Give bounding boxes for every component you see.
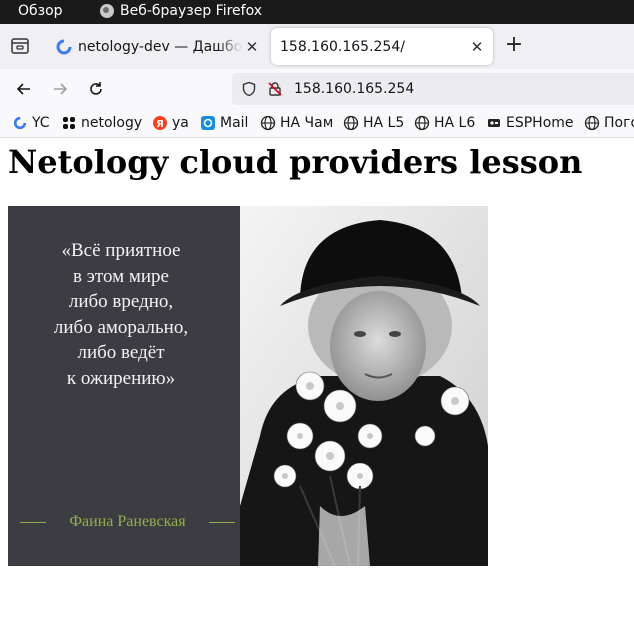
bookmark-ha-cham[interactable]: HA Чам xyxy=(260,115,333,131)
bookmark-pogoda[interactable]: Погода xyxy=(584,115,634,131)
quote-line: «Всё приятное xyxy=(61,240,181,261)
bookmark-label: ESPHome xyxy=(506,115,574,131)
mail-icon xyxy=(200,115,216,131)
author-name: Фаина Раневская xyxy=(69,513,186,530)
yc-icon xyxy=(12,115,28,131)
system-top-bar: Обзор Веб-браузер Firefox xyxy=(0,0,634,24)
activities-button[interactable]: Обзор xyxy=(18,3,63,19)
firefox-icon xyxy=(100,4,114,18)
new-tab-button[interactable]: + xyxy=(502,34,526,58)
quote-line: в этом мире xyxy=(73,265,169,287)
insecure-lock-icon[interactable] xyxy=(266,80,284,98)
bookmark-yc[interactable]: YC xyxy=(12,115,50,131)
tab-strip: netology-dev — Дашборд ✕ 158.160.165.254… xyxy=(0,24,634,69)
navigation-toolbar: 158.160.165.254 xyxy=(0,69,634,109)
tab-close-icon[interactable]: ✕ xyxy=(467,38,487,56)
tab-close-icon[interactable]: ✕ xyxy=(242,38,262,56)
forward-button[interactable] xyxy=(48,77,72,101)
quote-line: либо ведёт xyxy=(77,342,165,363)
author-dash-left xyxy=(20,521,46,523)
quote-line: к ожирению» xyxy=(66,367,176,389)
bookmark-label: HA Чам xyxy=(280,115,334,131)
quote-panel: «Всё приятное в этом мире либо вредно, л… xyxy=(8,206,240,566)
reload-button[interactable] xyxy=(84,77,108,101)
tab-netology-dev[interactable]: netology-dev — Дашборд ✕ xyxy=(46,28,268,65)
quote-line: либо вредно, xyxy=(68,291,174,312)
url-text[interactable]: 158.160.165.254 xyxy=(294,81,414,97)
esphome-icon xyxy=(486,115,502,131)
firefox-view-icon xyxy=(11,38,29,54)
bookmark-label: HA L5 xyxy=(363,115,405,131)
quote-text: «Всё приятное в этом мире либо вредно, л… xyxy=(8,238,234,391)
page-heading: Netology cloud providers lesson xyxy=(8,143,583,181)
globe-icon xyxy=(414,115,430,131)
bookmark-netology[interactable]: netology xyxy=(61,115,142,131)
bookmark-ha-l6[interactable]: HA L6 xyxy=(414,115,475,131)
globe-icon xyxy=(343,115,359,131)
bookmark-label: Mail xyxy=(220,115,249,131)
bookmark-mail[interactable]: Mail xyxy=(200,115,248,131)
reload-icon xyxy=(90,82,102,95)
back-arrow-icon xyxy=(16,83,30,95)
tab-title: netology-dev — Дашборд xyxy=(78,38,242,55)
bookmark-esphome[interactable]: ESPHome xyxy=(486,115,574,131)
yc-favicon-icon xyxy=(56,39,72,55)
yandex-icon: Я xyxy=(152,115,168,131)
bookmark-label: HA L6 xyxy=(434,115,476,131)
bookmark-label: YC xyxy=(32,115,50,131)
bookmark-label: Погода xyxy=(604,115,634,131)
bookmark-ha-l5[interactable]: HA L5 xyxy=(343,115,404,131)
quote-line: либо аморально, xyxy=(53,316,189,338)
tracking-protection-shield-icon[interactable] xyxy=(240,80,258,98)
quote-author: Фаина Раневская xyxy=(20,513,235,531)
quote-image: «Всё приятное в этом мире либо вредно, л… xyxy=(8,206,488,566)
author-dash-right xyxy=(209,521,235,523)
app-name: Веб-браузер Firefox xyxy=(120,3,263,19)
app-menu[interactable]: Веб-браузер Firefox xyxy=(100,3,262,19)
bookmark-label: netology xyxy=(81,115,143,131)
bookmark-ya[interactable]: Я ya xyxy=(152,115,189,131)
forward-arrow-icon xyxy=(54,83,68,95)
bookmark-label: ya xyxy=(172,115,189,131)
bookmarks-toolbar: YC netology Я ya Mail HA Чам HA L5 HA L6… xyxy=(0,109,634,138)
globe-icon xyxy=(260,115,276,131)
tab-current[interactable]: 158.160.165.254/ ✕ xyxy=(271,28,493,65)
firefox-view-button[interactable] xyxy=(8,34,32,58)
portrait-photo xyxy=(240,206,488,566)
back-button[interactable] xyxy=(12,77,36,101)
netology-icon xyxy=(61,115,77,131)
globe-icon xyxy=(584,115,600,131)
address-bar[interactable]: 158.160.165.254 xyxy=(232,73,634,105)
tab-title: 158.160.165.254/ xyxy=(280,38,405,55)
svg-text:Я: Я xyxy=(156,119,164,130)
